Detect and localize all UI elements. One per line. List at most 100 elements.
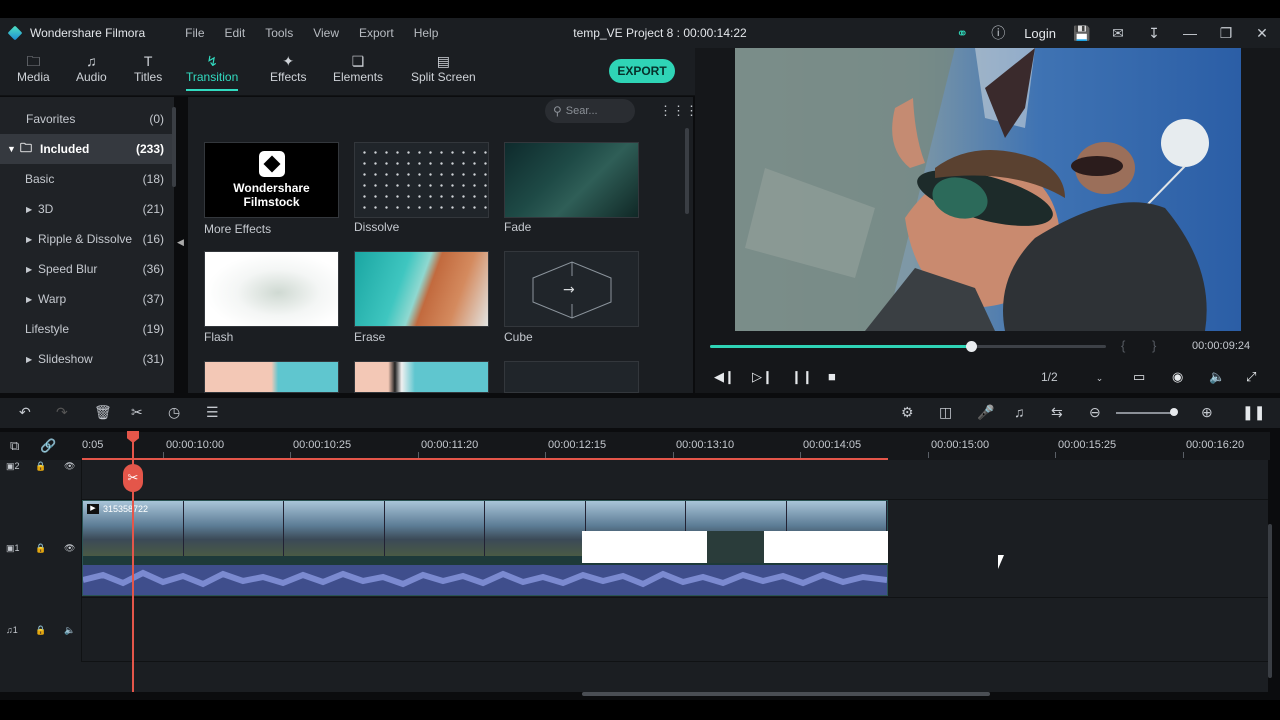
minimize-icon[interactable]: — (1172, 18, 1208, 48)
thumb-flash[interactable] (204, 251, 339, 327)
ruler-label: 00:00:12:15 (548, 439, 607, 451)
sidebar-item-3d[interactable]: ▶ 3D (21) (0, 194, 174, 224)
sidebar-item-included[interactable]: ▼ 🗀 Included (233) (0, 134, 174, 164)
pause-render-icon[interactable]: ❚❚ (1242, 404, 1265, 421)
search-input[interactable]: ⚲ Sear... (545, 99, 635, 123)
link-icon[interactable]: 🔗 (40, 438, 56, 454)
thumb-cube[interactable]: → (504, 251, 639, 327)
marker-icon[interactable]: ◫ (939, 404, 952, 421)
save-icon[interactable]: 💾 (1064, 18, 1100, 48)
download-icon[interactable]: ↧ (1136, 18, 1172, 48)
menu-file[interactable]: File (175, 26, 214, 40)
volume-icon[interactable]: 🔈 (1209, 369, 1225, 385)
thumb-more-effects[interactable]: Wondershare Filmstock (204, 142, 339, 218)
zoom-slider-knob[interactable] (1170, 408, 1178, 416)
eye-icon[interactable]: 👁 (64, 543, 75, 554)
fullscreen-icon[interactable]: ⤢ (1246, 369, 1256, 385)
thumb-dissolve[interactable] (354, 142, 489, 218)
eye-icon[interactable]: 👁 (64, 461, 75, 472)
menu-tools[interactable]: Tools (255, 26, 303, 40)
microphone-icon[interactable]: 🎤 (977, 404, 994, 421)
zoom-in-icon[interactable]: ⊕ (1201, 404, 1213, 421)
add-track-icon[interactable]: ⧉ (10, 438, 19, 454)
sidebar-item-ripple-dissolve[interactable]: ▶ Ripple & Dissolve (16) (0, 224, 174, 254)
track-header-audio-1: ♫1 🔒 🔈 (0, 598, 82, 662)
sidebar-item-favorites[interactable]: Favorites (0) (0, 104, 174, 134)
sidebar-item-basic[interactable]: Basic (18) (0, 164, 174, 194)
speed-icon[interactable]: ◷ (168, 404, 180, 421)
snapshot-icon[interactable]: ◉ (1172, 369, 1183, 385)
lock-icon[interactable]: 🔒 (35, 625, 46, 636)
lock-icon[interactable]: 🔒 (35, 543, 46, 554)
thumb-partial-2[interactable] (354, 361, 489, 393)
lock-icon[interactable]: 🔒 (35, 461, 46, 472)
render-icon[interactable]: ⚙ (901, 404, 914, 421)
playback-progress[interactable] (710, 341, 1106, 352)
play-icon[interactable]: ▷❙ (752, 369, 773, 385)
menu-export[interactable]: Export (349, 26, 404, 40)
cut-icon[interactable]: ✂ (131, 404, 143, 421)
project-title: temp_VE Project 8 : 00:00:14:22 (573, 26, 747, 40)
close-icon[interactable]: ✕ (1244, 18, 1280, 48)
fit-timeline-icon[interactable]: ⇆ (1051, 404, 1063, 421)
zoom-out-icon[interactable]: ⊖ (1089, 404, 1101, 421)
timeline-horizontal-scrollbar[interactable] (582, 692, 990, 696)
sidebar-scrollbar[interactable] (172, 107, 176, 187)
menu-edit[interactable]: Edit (215, 26, 256, 40)
speaker-icon[interactable]: 🔈 (64, 625, 75, 636)
tab-effects[interactable]: ✦ Effects (270, 52, 306, 84)
mail-icon[interactable]: ✉ (1100, 18, 1136, 48)
headset-icon[interactable]: ⚭ (944, 18, 980, 48)
mark-in-icon[interactable]: { (1121, 338, 1125, 353)
login-button[interactable]: Login (1016, 26, 1064, 41)
ruler-label: 00:00:16:20 (1186, 439, 1245, 451)
sidebar-item-lifestyle[interactable]: Lifestyle (19) (0, 314, 174, 344)
menu-help[interactable]: Help (404, 26, 449, 40)
tab-elements[interactable]: ❏ Elements (333, 52, 383, 84)
mark-out-icon[interactable]: } (1152, 338, 1156, 353)
tab-transition[interactable]: ↯ Transition (186, 52, 239, 91)
undo-icon[interactable]: ↶ (19, 404, 31, 421)
ruler-label: 00:00:15:25 (1058, 439, 1117, 451)
info-icon[interactable]: ⓘ (980, 18, 1016, 48)
sidebar-item-slideshow[interactable]: ▶ Slideshow (31) (0, 344, 174, 374)
thumb-erase[interactable] (354, 251, 489, 327)
thumb-partial-1[interactable] (204, 361, 339, 393)
pause-icon[interactable]: ❙❙ (791, 369, 813, 385)
split-scissor-icon[interactable]: ✂ (123, 464, 143, 492)
export-button[interactable]: EXPORT (609, 59, 675, 83)
library-scrollbar[interactable] (685, 128, 689, 214)
sidebar-item-warp[interactable]: ▶ Warp (37) (0, 284, 174, 314)
tab-split-screen[interactable]: ▤ Split Screen (411, 52, 476, 84)
track-header-video-1: ▣1 🔒 👁 (0, 500, 82, 598)
caret-right-icon: ▶ (26, 204, 33, 214)
zoom-slider[interactable] (1116, 412, 1176, 414)
preview-quality-select[interactable]: 1/2 ⌄ (1041, 370, 1103, 384)
adjust-icon[interactable]: ☰ (206, 404, 219, 421)
thumb-fade[interactable] (504, 142, 639, 218)
display-icon[interactable]: ▭ (1133, 369, 1145, 385)
clip-frame (384, 501, 485, 556)
track-video-2[interactable] (82, 460, 1268, 500)
grid-view-icon[interactable]: ⋮⋮⋮ (659, 103, 698, 119)
audio-mixer-icon[interactable]: ♫ (1014, 404, 1025, 420)
ruler-label: 00:00:11:20 (421, 439, 479, 451)
delete-icon[interactable]: 🗑 (94, 404, 112, 421)
previous-frame-icon[interactable]: ◀❙ (714, 369, 735, 385)
tab-titles[interactable]: T Titles (134, 52, 162, 84)
video-clip[interactable]: ▶ 315358722 (82, 500, 888, 596)
thumb-partial-3[interactable] (504, 361, 639, 393)
menu-view[interactable]: View (303, 26, 349, 40)
track-audio-1[interactable] (82, 598, 1268, 662)
ruler-label: 00:00:13:10 (676, 439, 735, 451)
restore-icon[interactable]: ❐ (1208, 18, 1244, 48)
tab-audio[interactable]: ♫ Audio (76, 52, 107, 84)
audio-waveform (82, 565, 888, 595)
redo-icon[interactable]: ↷ (56, 404, 68, 421)
sidebar-item-speed-blur[interactable]: ▶ Speed Blur (36) (0, 254, 174, 284)
tab-media[interactable]: 🗀 Media (17, 52, 50, 84)
timeline-vertical-scrollbar[interactable] (1268, 524, 1272, 678)
stop-icon[interactable]: ■ (828, 369, 836, 384)
ruler-tick (1055, 452, 1056, 458)
collapse-panel-icon[interactable]: ◀ (177, 237, 184, 248)
